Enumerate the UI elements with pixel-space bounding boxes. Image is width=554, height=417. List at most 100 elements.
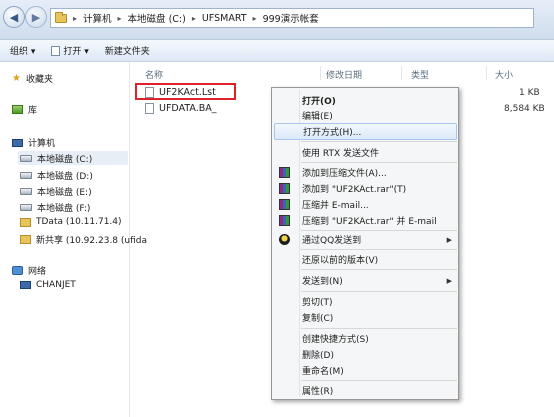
column-divider[interactable] [401,66,402,80]
menu-item-add-to-rar[interactable]: 添加到 "UF2KAct.rar"(T) [272,180,458,197]
back-arrow-icon: ◀ [9,10,19,24]
star-icon: ★ [12,73,21,84]
menu-item-properties[interactable]: 属性(R) [272,382,458,399]
sidebar-item-favorites[interactable]: ★ 收藏夹 [12,72,53,85]
sidebar-item-computer[interactable]: 计算机 [12,136,55,149]
menu-item-label: 使用 RTX 发送文件 [302,149,379,159]
file-icon [145,103,154,114]
breadcrumb[interactable]: ▸ 计算机 ▸ 本地磁盘 (C:) ▸ UFSMART ▸ 999演示帐套 [50,8,534,28]
menu-item-label: 发送到(N) [302,277,343,287]
column-divider[interactable] [486,66,487,80]
breadcrumb-separator-icon: ▸ [191,13,196,23]
menu-item-label: 剪切(T) [302,298,333,308]
menu-item-label: 属性(R) [302,387,334,397]
menu-separator [301,269,457,270]
menu-item-qq-send[interactable]: 通过QQ发送到 ▶ [272,231,458,248]
sidebar-item-network[interactable]: 网络 [12,264,46,277]
menu-separator [301,162,457,163]
sidebar-item-label: 本地磁盘 (E:) [37,188,92,198]
breadcrumb-separator-icon: ▸ [73,13,78,23]
library-icon [12,105,23,114]
sidebar-item-tdata[interactable]: TData (10.11.71.4) [20,217,122,227]
sidebar-item-drive-c[interactable]: 本地磁盘 (C:) [18,151,128,165]
winrar-icon [279,183,290,194]
column-header-date[interactable]: 修改日期 [326,68,362,81]
file-size: 1 KB [519,88,540,98]
sidebar-item-libraries[interactable]: 库 [12,103,37,116]
menu-item-cut[interactable]: 剪切(T) [272,293,458,310]
menu-item-compress-email[interactable]: 压缩并 E-mail... [272,196,458,213]
organize-button[interactable]: 组织 ▾ [10,44,35,57]
context-menu: 打开(O) 编辑(E) 打开方式(H)... 使用 RTX 发送文件 添加到压缩… [271,87,459,400]
sidebar-item-label: 库 [28,106,38,116]
forward-button[interactable]: ▶ [25,6,47,28]
winrar-icon [279,215,290,226]
sidebar-item-label: 网络 [28,267,47,277]
column-header-type[interactable]: 类型 [411,68,429,81]
sidebar-item-drive-d[interactable]: 本地磁盘 (D:) [20,169,93,182]
menu-item-open-with[interactable]: 打开方式(H)... [274,123,457,140]
sidebar-item-drive-e[interactable]: 本地磁盘 (E:) [20,185,92,198]
breadcrumb-demo-account[interactable]: 999演示帐套 [263,11,319,25]
menu-separator [301,141,457,142]
address-bar: ◀ ▶ ▸ 计算机 ▸ 本地磁盘 (C:) ▸ UFSMART ▸ 999演示帐… [0,0,554,40]
menu-item-label: 压缩到 "UF2KAct.rar" 并 E-mail [302,217,437,227]
menu-item-label: 复制(C) [302,314,334,324]
column-header-name[interactable]: 名称 [145,68,163,81]
breadcrumb-separator-icon: ▸ [117,13,122,23]
new-folder-label: 新建文件夹 [104,47,150,57]
network-icon [12,266,23,275]
sidebar-item-label: 本地磁盘 (D:) [37,172,93,182]
forward-arrow-icon: ▶ [31,10,41,24]
breadcrumb-ufsmart[interactable]: UFSMART [202,13,247,24]
file-size: 8,584 KB [504,104,545,114]
menu-item-label: 压缩并 E-mail... [302,201,369,211]
menu-item-label: 打开(O) [302,97,336,107]
breadcrumb-drive-c[interactable]: 本地磁盘 (C:) [128,11,186,25]
menu-item-label: 添加到压缩文件(A)... [302,169,387,179]
sidebar-item-label: 计算机 [28,139,56,149]
drive-icon [20,188,32,195]
breadcrumb-separator-icon: ▸ [252,13,257,23]
open-label: 打开 ▾ [63,47,89,57]
menu-item-label: 打开方式(H)... [303,128,362,138]
document-icon [51,45,61,56]
sidebar-item-label: 收藏夹 [25,75,53,85]
menu-item-label: 创建快捷方式(S) [302,335,369,345]
menu-item-label: 删除(D) [302,351,334,361]
menu-separator [301,328,457,329]
network-folder-icon [20,217,31,227]
menu-item-delete[interactable]: 删除(D) [272,346,458,363]
submenu-arrow-icon: ▶ [446,276,452,285]
menu-item-add-to-archive[interactable]: 添加到压缩文件(A)... [272,164,458,181]
file-row-ufdata[interactable]: UFDATA.BA_ [145,103,217,114]
new-folder-button[interactable]: 新建文件夹 [105,44,150,57]
breadcrumb-computer[interactable]: 计算机 [83,11,112,25]
computer-icon [12,138,23,147]
menu-item-compress-rar-email[interactable]: 压缩到 "UF2KAct.rar" 并 E-mail [272,212,458,229]
open-button[interactable]: 打开 ▾ [51,44,89,57]
submenu-arrow-icon: ▶ [446,235,452,244]
menu-item-restore-versions[interactable]: 还原以前的版本(V) [272,251,458,268]
menu-item-edit[interactable]: 编辑(E) [272,107,458,124]
column-divider[interactable] [320,66,321,80]
menu-item-copy[interactable]: 复制(C) [272,309,458,326]
column-header-size[interactable]: 大小 [495,68,513,81]
menu-item-label: 编辑(E) [302,112,333,122]
network-folder-icon [20,235,31,244]
sidebar-item-drive-f[interactable]: 本地磁盘 (F:) [20,201,90,214]
menu-item-create-shortcut[interactable]: 创建快捷方式(S) [272,330,458,347]
file-name: UFDATA.BA_ [159,103,217,114]
menu-item-rtx-send[interactable]: 使用 RTX 发送文件 [272,144,458,161]
sidebar-item-chanjet[interactable]: CHANJET [20,280,76,290]
sidebar-item-label: CHANJET [36,280,76,290]
qq-penguin-icon [279,234,290,245]
winrar-icon [279,167,290,178]
menu-item-rename[interactable]: 重命名(M) [272,362,458,379]
sidebar-item-share[interactable]: 新共享 (10.92.23.8 (ufida [20,233,147,246]
sidebar-item-label: TData (10.11.71.4) [36,217,122,227]
drive-icon [20,204,32,211]
navigation-pane: ★ 收藏夹 库 计算机 本地磁盘 (C:) 本地磁盘 (D:) 本地磁盘 (E:… [0,62,147,417]
back-button[interactable]: ◀ [3,6,25,28]
menu-item-send-to[interactable]: 发送到(N) ▶ [272,272,458,289]
